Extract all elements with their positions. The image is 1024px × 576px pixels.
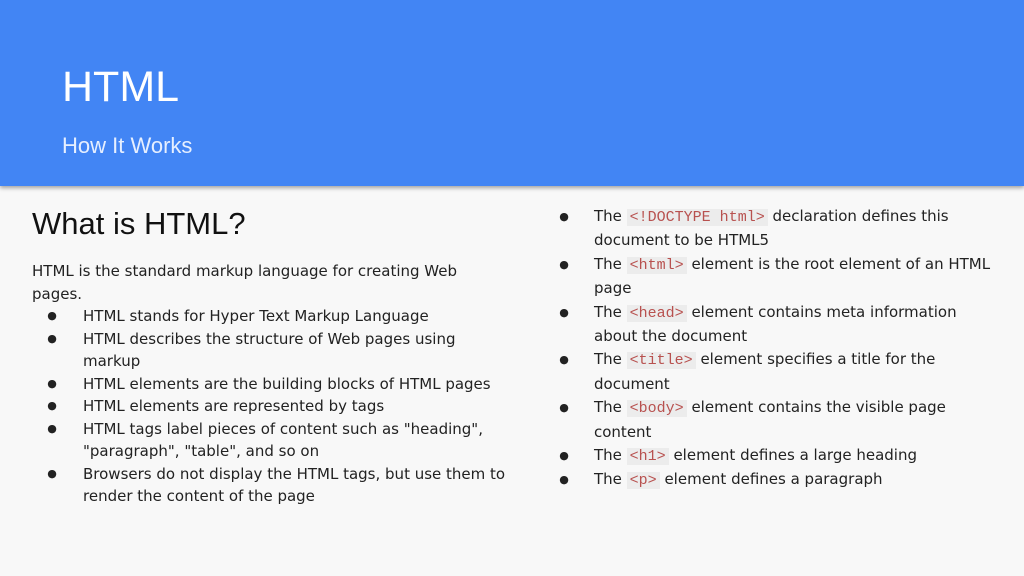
list-item-text: Browsers do not display the HTML tags, b… [83, 464, 506, 506]
item-prefix: The [594, 446, 627, 465]
bullet-icon: ● [47, 466, 57, 480]
list-item: ● The <title> element specifies a title f… [554, 348, 999, 396]
code-tag: <h1> [626, 448, 669, 466]
item-prefix: The [594, 207, 627, 225]
code-tag: <head> [626, 304, 687, 322]
code-tag: <html> [626, 256, 687, 274]
bullet-icon: ● [47, 421, 57, 435]
item-prefix: The [594, 302, 627, 321]
list-item: ● Browsers do not display the HTML tags, … [32, 463, 507, 508]
list-item-text: HTML tags label pieces of content such a… [83, 419, 483, 461]
right-column: ● The <!DOCTYPE html> declaration defines… [554, 205, 999, 493]
list-item: ● HTML elements are the building blocks o… [32, 373, 507, 396]
bullet-icon: ● [47, 399, 57, 412]
bullet-icon: ● [559, 353, 569, 367]
code-tag: <title> [626, 352, 696, 370]
list-item: ● HTML describes the structure of Web pag… [32, 328, 507, 373]
list-item: ● The <head> element contains meta inform… [554, 301, 999, 349]
bullet-icon: ● [559, 257, 569, 271]
intro-paragraph: HTML is the standard markup language for… [32, 262, 457, 303]
item-prefix: The [594, 254, 627, 273]
list-item-text: HTML describes the structure of Web page… [83, 329, 456, 371]
list-item-text: HTML elements are the building blocks of… [83, 374, 491, 393]
bullet-icon: ● [559, 210, 569, 223]
bullet-icon: ● [559, 305, 569, 319]
left-column: What is HTML? HTML is the standard marku… [32, 206, 507, 508]
bullet-icon: ● [47, 309, 57, 322]
bullet-icon: ● [47, 376, 57, 390]
list-item-text: HTML elements are represented by tags [83, 397, 385, 415]
code-tag: <body> [626, 400, 687, 418]
section-heading: What is HTML? [32, 206, 246, 241]
item-suffix: element defines a paragraph [659, 470, 883, 489]
slide: HTML How It Works What is HTML? HTML is … [0, 0, 1024, 576]
item-prefix: The [594, 398, 627, 417]
list-item: ● The <h1> element defines a large headin… [554, 444, 999, 468]
right-bullet-list: ● The <!DOCTYPE html> declaration defines… [554, 205, 999, 493]
slide-subtitle: How It Works [62, 133, 193, 158]
list-item: ● HTML tags label pieces of content such … [32, 418, 507, 463]
bullet-icon: ● [559, 449, 569, 463]
list-item: ● The <body> element contains the visible… [554, 396, 999, 444]
left-bullet-list: ● HTML stands for Hyper Text Markup Langu… [32, 305, 507, 508]
list-item: ● HTML stands for Hyper Text Markup Langu… [32, 305, 507, 328]
code-tag: <!DOCTYPE html> [626, 209, 768, 226]
code-tag: <p> [626, 472, 660, 490]
list-item-text: HTML stands for Hyper Text Markup Langua… [83, 307, 429, 325]
bullet-icon: ● [47, 331, 57, 345]
title-banner: HTML How It Works [0, 0, 1024, 186]
item-prefix: The [594, 470, 627, 489]
list-item: ● The <html> element is the root element … [554, 253, 999, 301]
slide-title: HTML [62, 63, 180, 111]
item-suffix: element defines a large heading [668, 446, 917, 465]
list-item: ● HTML elements are represented by tags [32, 395, 507, 418]
list-item: ● The <!DOCTYPE html> declaration defines… [554, 205, 999, 253]
bullet-icon: ● [559, 401, 569, 415]
list-item: ● The <p> element defines a paragraph [554, 468, 999, 492]
bullet-icon: ● [559, 473, 569, 487]
item-prefix: The [594, 350, 627, 369]
